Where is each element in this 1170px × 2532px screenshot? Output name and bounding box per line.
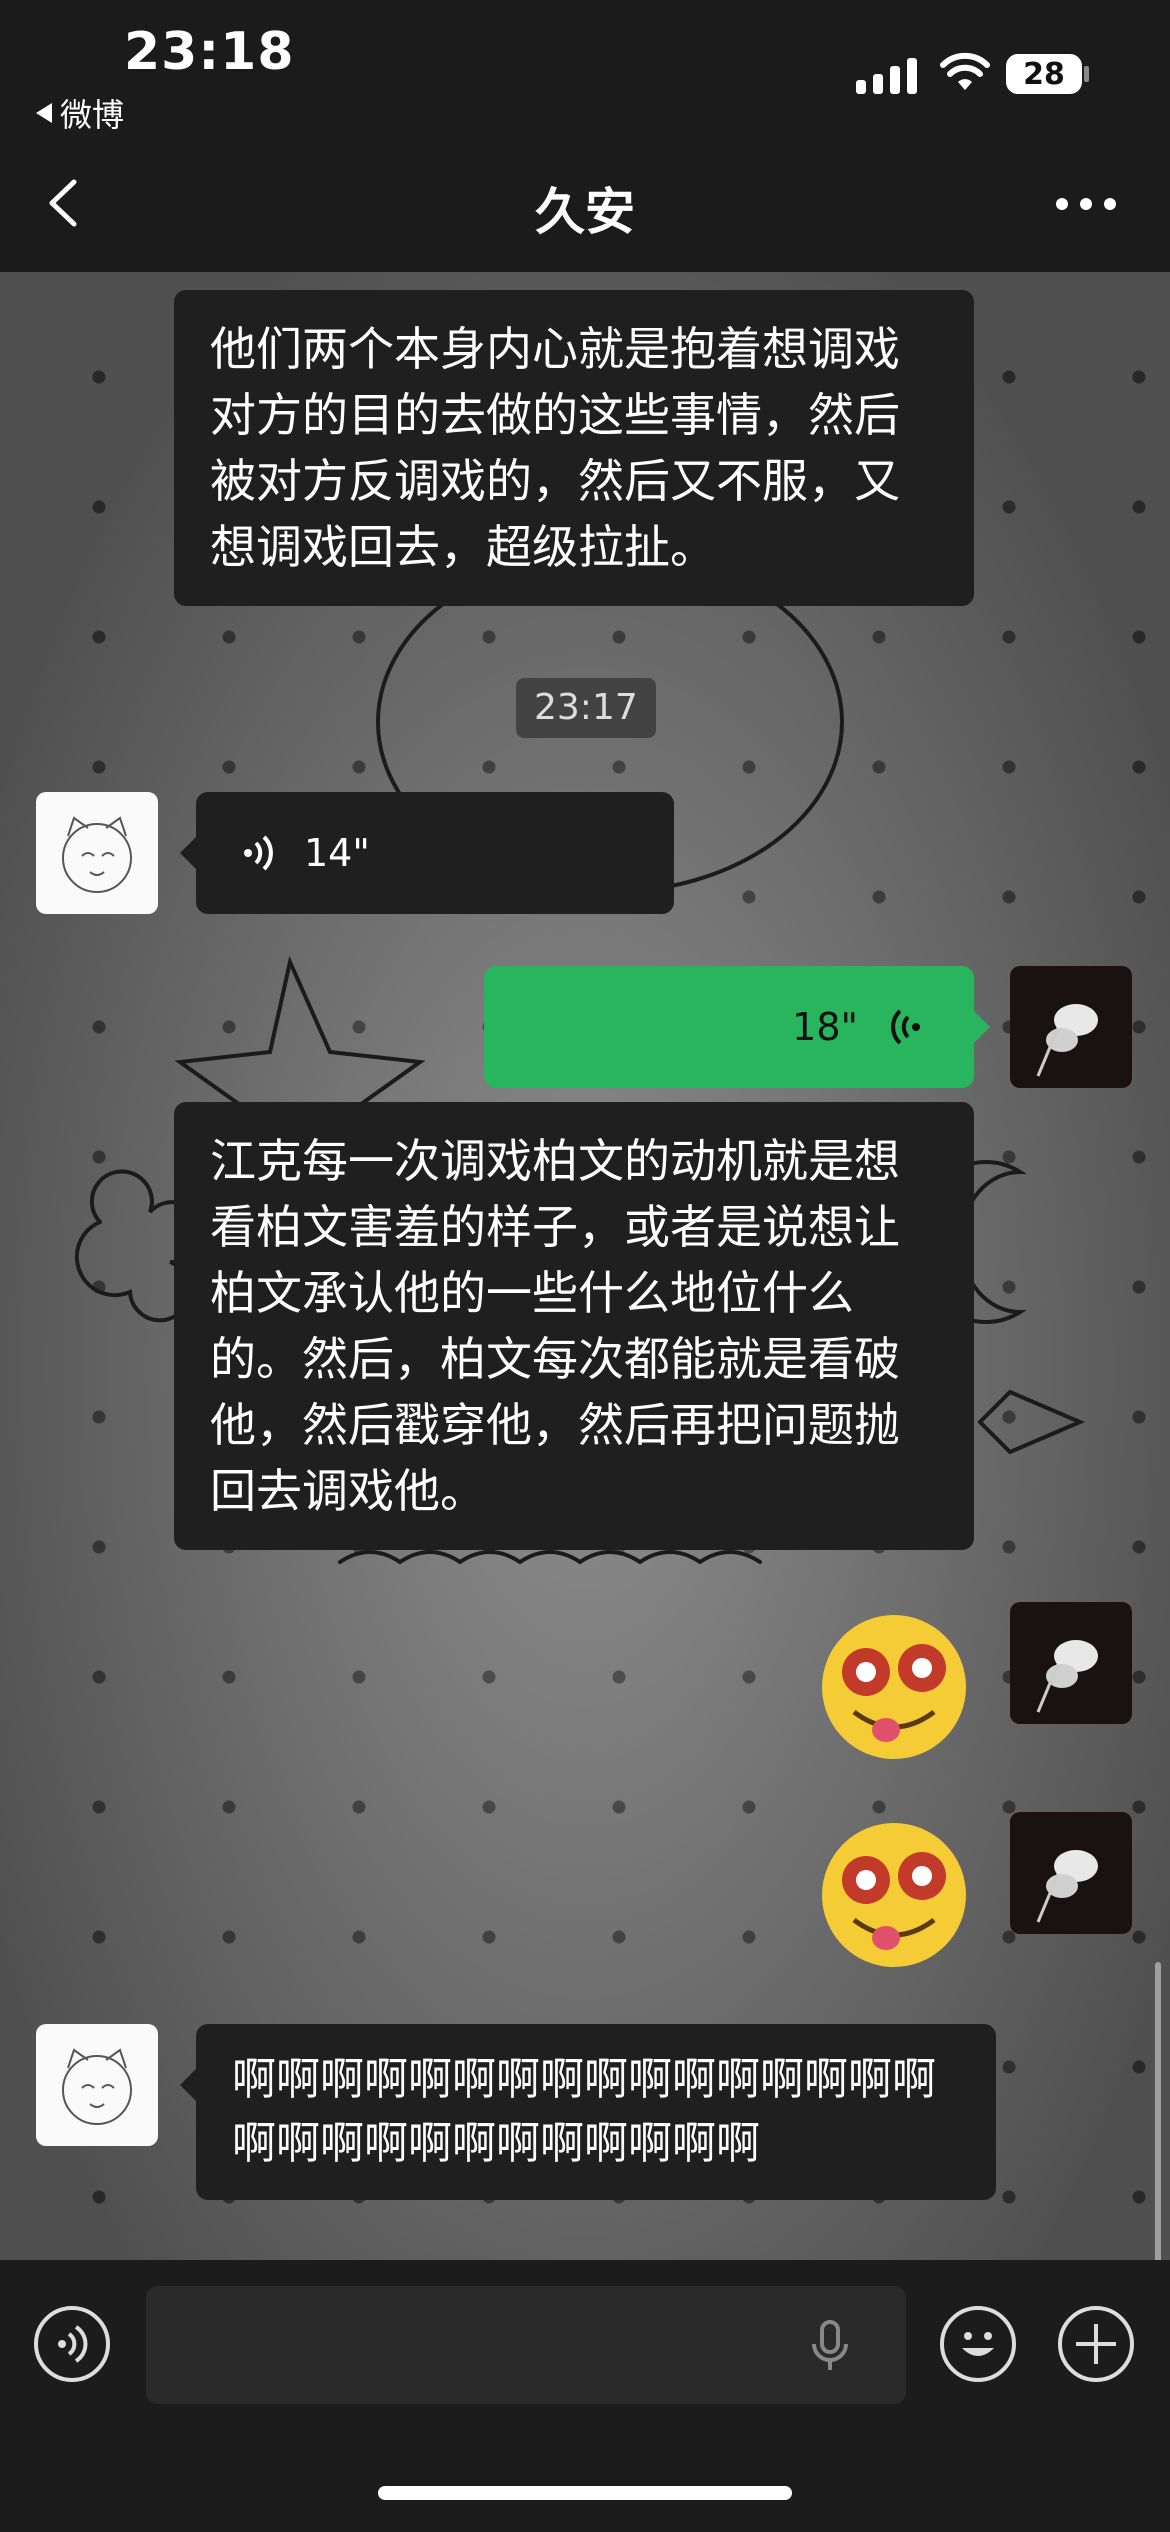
sticker-emoji[interactable]: [814, 1820, 974, 1970]
smiley-icon: [962, 2332, 994, 2356]
avatar-self[interactable]: [1010, 1812, 1132, 1934]
status-time: 23:18: [124, 22, 295, 82]
back-app-label: 微博: [60, 96, 125, 134]
voice-duration: 18": [792, 1005, 858, 1049]
figure-avatar-icon: [1036, 1640, 1098, 1713]
avatar-self[interactable]: [1010, 1602, 1132, 1724]
figure-avatar-icon: [1036, 1004, 1098, 1077]
wifi-icon: [940, 52, 990, 90]
chat-title: 久安: [535, 183, 635, 241]
voice-wave-icon: [891, 1009, 920, 1045]
message-text: 啊啊啊啊啊啊啊啊啊啊啊啊啊啊啊啊啊啊啊啊啊啊啊啊啊啊啊啊: [232, 2054, 936, 2169]
cat-avatar-icon: [62, 816, 132, 893]
voice-message-incoming[interactable]: 14": [196, 792, 674, 914]
message-input[interactable]: [146, 2286, 906, 2404]
battery-icon: 28: [1006, 54, 1082, 94]
voice-message-outgoing[interactable]: 18": [484, 966, 974, 1088]
cellular-signal-icon: [856, 54, 917, 94]
plus-icon: [1076, 2324, 1116, 2364]
back-triangle-icon: [36, 103, 52, 123]
chat-area[interactable]: 他们两个本身内心就是抱着想调戏对方的目的去做的这些事情，然后被对方反调戏的，然后…: [0, 272, 1170, 2260]
more-options-icon[interactable]: [1056, 198, 1116, 210]
plus-button[interactable]: [1058, 2306, 1134, 2382]
home-indicator[interactable]: [378, 2486, 792, 2500]
message-text: 江克每一次调戏柏文的动机就是想看柏文害羞的样子，或者是说想让柏文承认他的一些什么…: [210, 1134, 900, 1518]
message-bubble-incoming[interactable]: 他们两个本身内心就是抱着想调戏对方的目的去做的这些事情，然后被对方反调戏的，然后…: [174, 290, 974, 606]
back-to-app[interactable]: 微博: [36, 90, 124, 136]
voice-wave-icon: [244, 835, 273, 871]
bubble-tail: [180, 2069, 196, 2101]
message-bubble-incoming[interactable]: 江克每一次调戏柏文的动机就是想看柏文害羞的样子，或者是说想让柏文承认他的一些什么…: [174, 1102, 974, 1550]
avatar-contact[interactable]: [36, 2024, 158, 2146]
voice-toggle-button[interactable]: [34, 2306, 110, 2382]
voice-wave-icon: [58, 2325, 88, 2363]
top-bar: 23:18 微博 28 久安: [0, 0, 1170, 272]
cat-avatar-icon: [62, 2048, 132, 2125]
chat-screen: 23:18 微博 28 久安 他们两个本身内心就是抱着想调戏对方的目的去做的这些…: [0, 0, 1170, 2532]
avatar-self[interactable]: [1010, 966, 1132, 1088]
avatar-contact[interactable]: [36, 792, 158, 914]
sticker-emoji[interactable]: [814, 1612, 974, 1762]
figure-avatar-icon: [1036, 1850, 1098, 1923]
message-text: 他们两个本身内心就是抱着想调戏对方的目的去做的这些事情，然后被对方反调戏的，然后…: [210, 322, 900, 574]
message-bubble-incoming[interactable]: 啊啊啊啊啊啊啊啊啊啊啊啊啊啊啊啊啊啊啊啊啊啊啊啊啊啊啊啊: [196, 2024, 996, 2200]
emoji-button[interactable]: [940, 2306, 1016, 2382]
microphone-icon[interactable]: [810, 2320, 850, 2372]
bubble-tail: [180, 837, 196, 869]
bubble-tail: [974, 1011, 990, 1043]
message-timestamp: 23:17: [516, 678, 656, 738]
scrollbar[interactable]: [1155, 1962, 1161, 2260]
voice-duration: 14": [304, 831, 370, 875]
battery-tip: [1084, 66, 1089, 82]
